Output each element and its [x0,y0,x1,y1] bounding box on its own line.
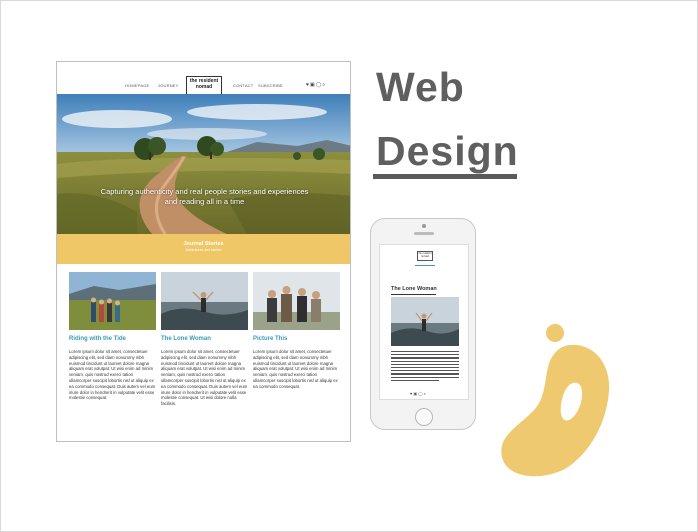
slide-title-line-1: Web [376,64,465,110]
journal-stories-band: Journal Stories Adventures and stories [57,234,350,264]
story-excerpt: Lorem ipsum dolor sit amet, consectetuer… [69,349,156,401]
slide-title: Web Design [376,55,519,183]
desktop-nav-bar: HOMEPAGE JOURNEY the resident nomad CONT… [57,62,350,97]
story-photo-group-hikers[interactable] [69,272,156,330]
hero-image: Capturing authenticity and real people s… [57,94,350,234]
mobile-article-photo [391,297,459,346]
hero-landscape [57,94,350,234]
nav-link-subscribe[interactable]: SUBSCRIBE [258,83,283,88]
decorative-yellow-blob [501,324,610,477]
title-underline [373,174,517,179]
nav-link-contact[interactable]: CONTACT [233,83,253,88]
phone-camera [422,224,426,228]
mobile-title-rule [391,294,436,295]
nav-link-homepage[interactable]: HOMEPAGE [125,83,149,88]
story-photo-woman-on-rock[interactable] [161,272,248,330]
mobile-article-title: The Lone Woman [391,286,437,292]
band-title: Journal Stories [183,241,224,247]
story-title[interactable]: Riding with the Tide [69,336,156,345]
band-subtitle: Adventures and stories [185,248,222,252]
mobile-accent-line [415,265,435,266]
slide: HOMEPAGE JOURNEY the resident nomad CONT… [0,0,698,532]
hero-tagline: Capturing authenticity and real people s… [100,187,309,206]
story-card-riding[interactable]: Riding with the Tide Lorem ipsum dolor s… [69,272,156,401]
story-card-picture-this[interactable]: Picture This Lorem ipsum dolor sit amet,… [253,272,340,390]
story-title[interactable]: Picture This [253,336,340,345]
phone-home-button [415,408,433,426]
mobile-site-logo[interactable]: the resident nomad [417,251,433,261]
phone-speaker [414,232,434,235]
social-icons[interactable]: ♥▣◯⌕ [306,82,326,88]
story-photo-friends[interactable] [253,272,340,330]
story-excerpt: Lorem ipsum dolor sit amet, consectetuer… [161,349,248,407]
story-excerpt: Lorem ipsum dolor sit amet, consectetuer… [253,349,338,389]
desktop-website-mockup: HOMEPAGE JOURNEY the resident nomad CONT… [56,61,351,442]
nav-link-journey[interactable]: JOURNEY [158,83,179,88]
mobile-body-text [391,351,459,383]
mobile-social-icons[interactable]: ♥▣◯⌕ [410,391,427,396]
mobile-screen: the resident nomad The Lone Woman ♥▣◯⌕ [379,244,469,400]
mobile-phone-mockup: the resident nomad The Lone Woman ♥▣◯⌕ [370,218,476,430]
story-title[interactable]: The Lone Woman [161,336,248,345]
story-card-lone-woman[interactable]: The Lone Woman Lorem ipsum dolor sit ame… [161,272,248,407]
